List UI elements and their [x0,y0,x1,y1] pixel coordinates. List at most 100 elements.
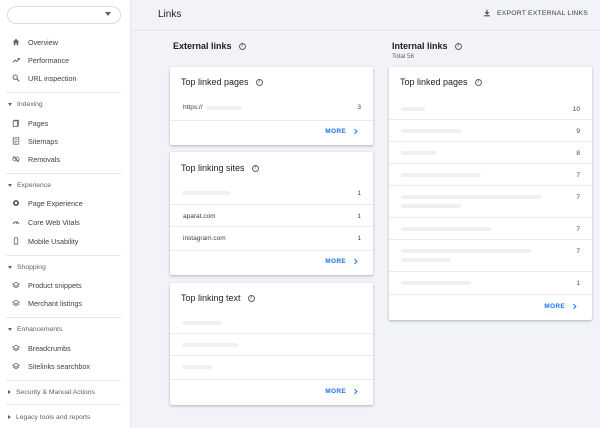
table-row[interactable]: instagram.com 1 [170,226,373,249]
table-row[interactable]: 7 [389,163,592,185]
layers-icon [11,362,21,370]
card-divider [389,294,592,295]
help-icon[interactable]: ? [238,42,246,50]
help-icon[interactable]: ? [454,42,462,50]
download-icon [484,9,490,17]
internal-links-heading: Internal links ? [392,41,462,51]
page-title: Links [158,9,182,20]
redacted-text [206,106,242,110]
section-legacy[interactable]: Legacy tools and reports [0,411,131,423]
redacted-text [182,343,238,347]
redacted-text [401,129,461,133]
nav-page-experience[interactable]: Page Experience [0,195,131,211]
table-row[interactable]: 7 [389,185,592,217]
nav-url-inspection[interactable]: URL inspection [0,70,131,86]
layers-icon [11,344,21,352]
redacted-text [401,195,541,199]
more-button[interactable]: MORE [325,128,359,135]
nav-pages[interactable]: Pages [0,115,131,131]
table-row[interactable]: 9 [389,119,592,141]
table-row[interactable]: 8 [389,141,592,163]
redacted-text [401,204,461,208]
card-internal-top-linked-pages: Top linked pages ? 10 9 8 7 7 7 7 1 MORE [389,67,592,320]
nav-overview[interactable]: Overview [0,34,131,50]
expand-icon [8,415,11,419]
redacted-text [401,258,451,262]
sidebar-divider [6,317,121,318]
card-divider [170,250,373,251]
table-row[interactable]: 1 [389,271,592,294]
table-row[interactable]: 7 [389,239,592,271]
collapse-icon [8,265,12,269]
search-icon [11,74,21,82]
table-row[interactable] [170,333,373,355]
help-icon[interactable]: ? [474,78,482,86]
nav-removals[interactable]: Removals [0,151,131,167]
table-row[interactable]: https:// 3 [170,96,373,120]
collapse-icon [8,102,12,106]
section-experience[interactable]: Experience [0,179,131,191]
nav-core-web-vitals[interactable]: Core Web Vitals [0,214,131,230]
phone-icon [11,237,21,245]
header-divider [131,30,600,31]
card-divider [170,379,373,380]
nav-merchant-listings[interactable]: Merchant listings [0,295,131,311]
eye-off-icon [11,155,21,163]
help-icon[interactable]: ? [251,164,259,172]
nav-mobile-usability[interactable]: Mobile Usability [0,233,131,249]
caret-down-icon [105,12,111,16]
card-title: Top linking text ? [181,293,255,303]
table-row[interactable]: 7 [389,217,592,239]
card-title: Top linking sites ? [181,163,259,173]
redacted-text [401,227,491,231]
nav-product-snippets[interactable]: Product snippets [0,277,131,293]
sidebar: Overview Performance URL inspection Inde… [0,0,131,428]
layers-icon [11,281,21,289]
chevron-right-icon [354,128,358,135]
nav-sitelinks-searchbox[interactable]: Sitelinks searchbox [0,358,131,374]
more-button[interactable]: MORE [544,303,578,310]
sidebar-divider [6,404,121,405]
chevron-right-icon [354,258,358,265]
property-selector[interactable] [7,6,121,24]
help-icon[interactable]: ? [247,294,255,302]
redacted-text [401,151,437,155]
section-shopping[interactable]: Shopping [0,261,131,273]
table-row[interactable]: 10 [389,98,592,119]
section-security[interactable]: Security & Manual Actions [0,386,131,398]
card-title: Top linked pages ? [400,77,482,87]
gauge-icon [11,218,21,226]
more-button[interactable]: MORE [325,388,359,395]
redacted-text [182,191,230,195]
table-row[interactable]: aparat.com 1 [170,204,373,226]
layers-icon [11,299,21,307]
chevron-right-icon [354,388,358,395]
redacted-text [401,173,481,177]
sidebar-divider [6,380,121,381]
home-icon [11,38,21,46]
pages-icon [11,119,21,127]
table-row[interactable] [170,355,373,379]
section-enhancements[interactable]: Enhancements [0,323,131,335]
redacted-text [401,107,425,111]
internal-links-total: Total 56 [392,53,415,60]
nav-sitemaps[interactable]: Sitemaps [0,133,131,149]
external-links-heading: External links ? [173,41,246,51]
chevron-right-icon [573,303,577,310]
redacted-text [182,321,222,325]
expand-icon [8,390,11,394]
sidebar-divider [6,173,121,174]
help-icon[interactable]: ? [255,78,263,86]
table-row[interactable]: 1 [170,182,373,204]
card-external-top-linking-text: Top linking text ? MORE [170,283,373,405]
section-indexing[interactable]: Indexing [0,98,131,110]
collapse-icon [8,327,12,331]
nav-breadcrumbs[interactable]: Breadcrumbs [0,340,131,356]
collapse-icon [8,183,12,187]
table-row[interactable] [170,313,373,333]
sidebar-divider [6,255,121,256]
sitemap-icon [11,137,21,145]
nav-performance[interactable]: Performance [0,52,131,68]
more-button[interactable]: MORE [325,258,359,265]
export-external-links-button[interactable]: EXPORT EXTERNAL LINKS [483,9,588,17]
